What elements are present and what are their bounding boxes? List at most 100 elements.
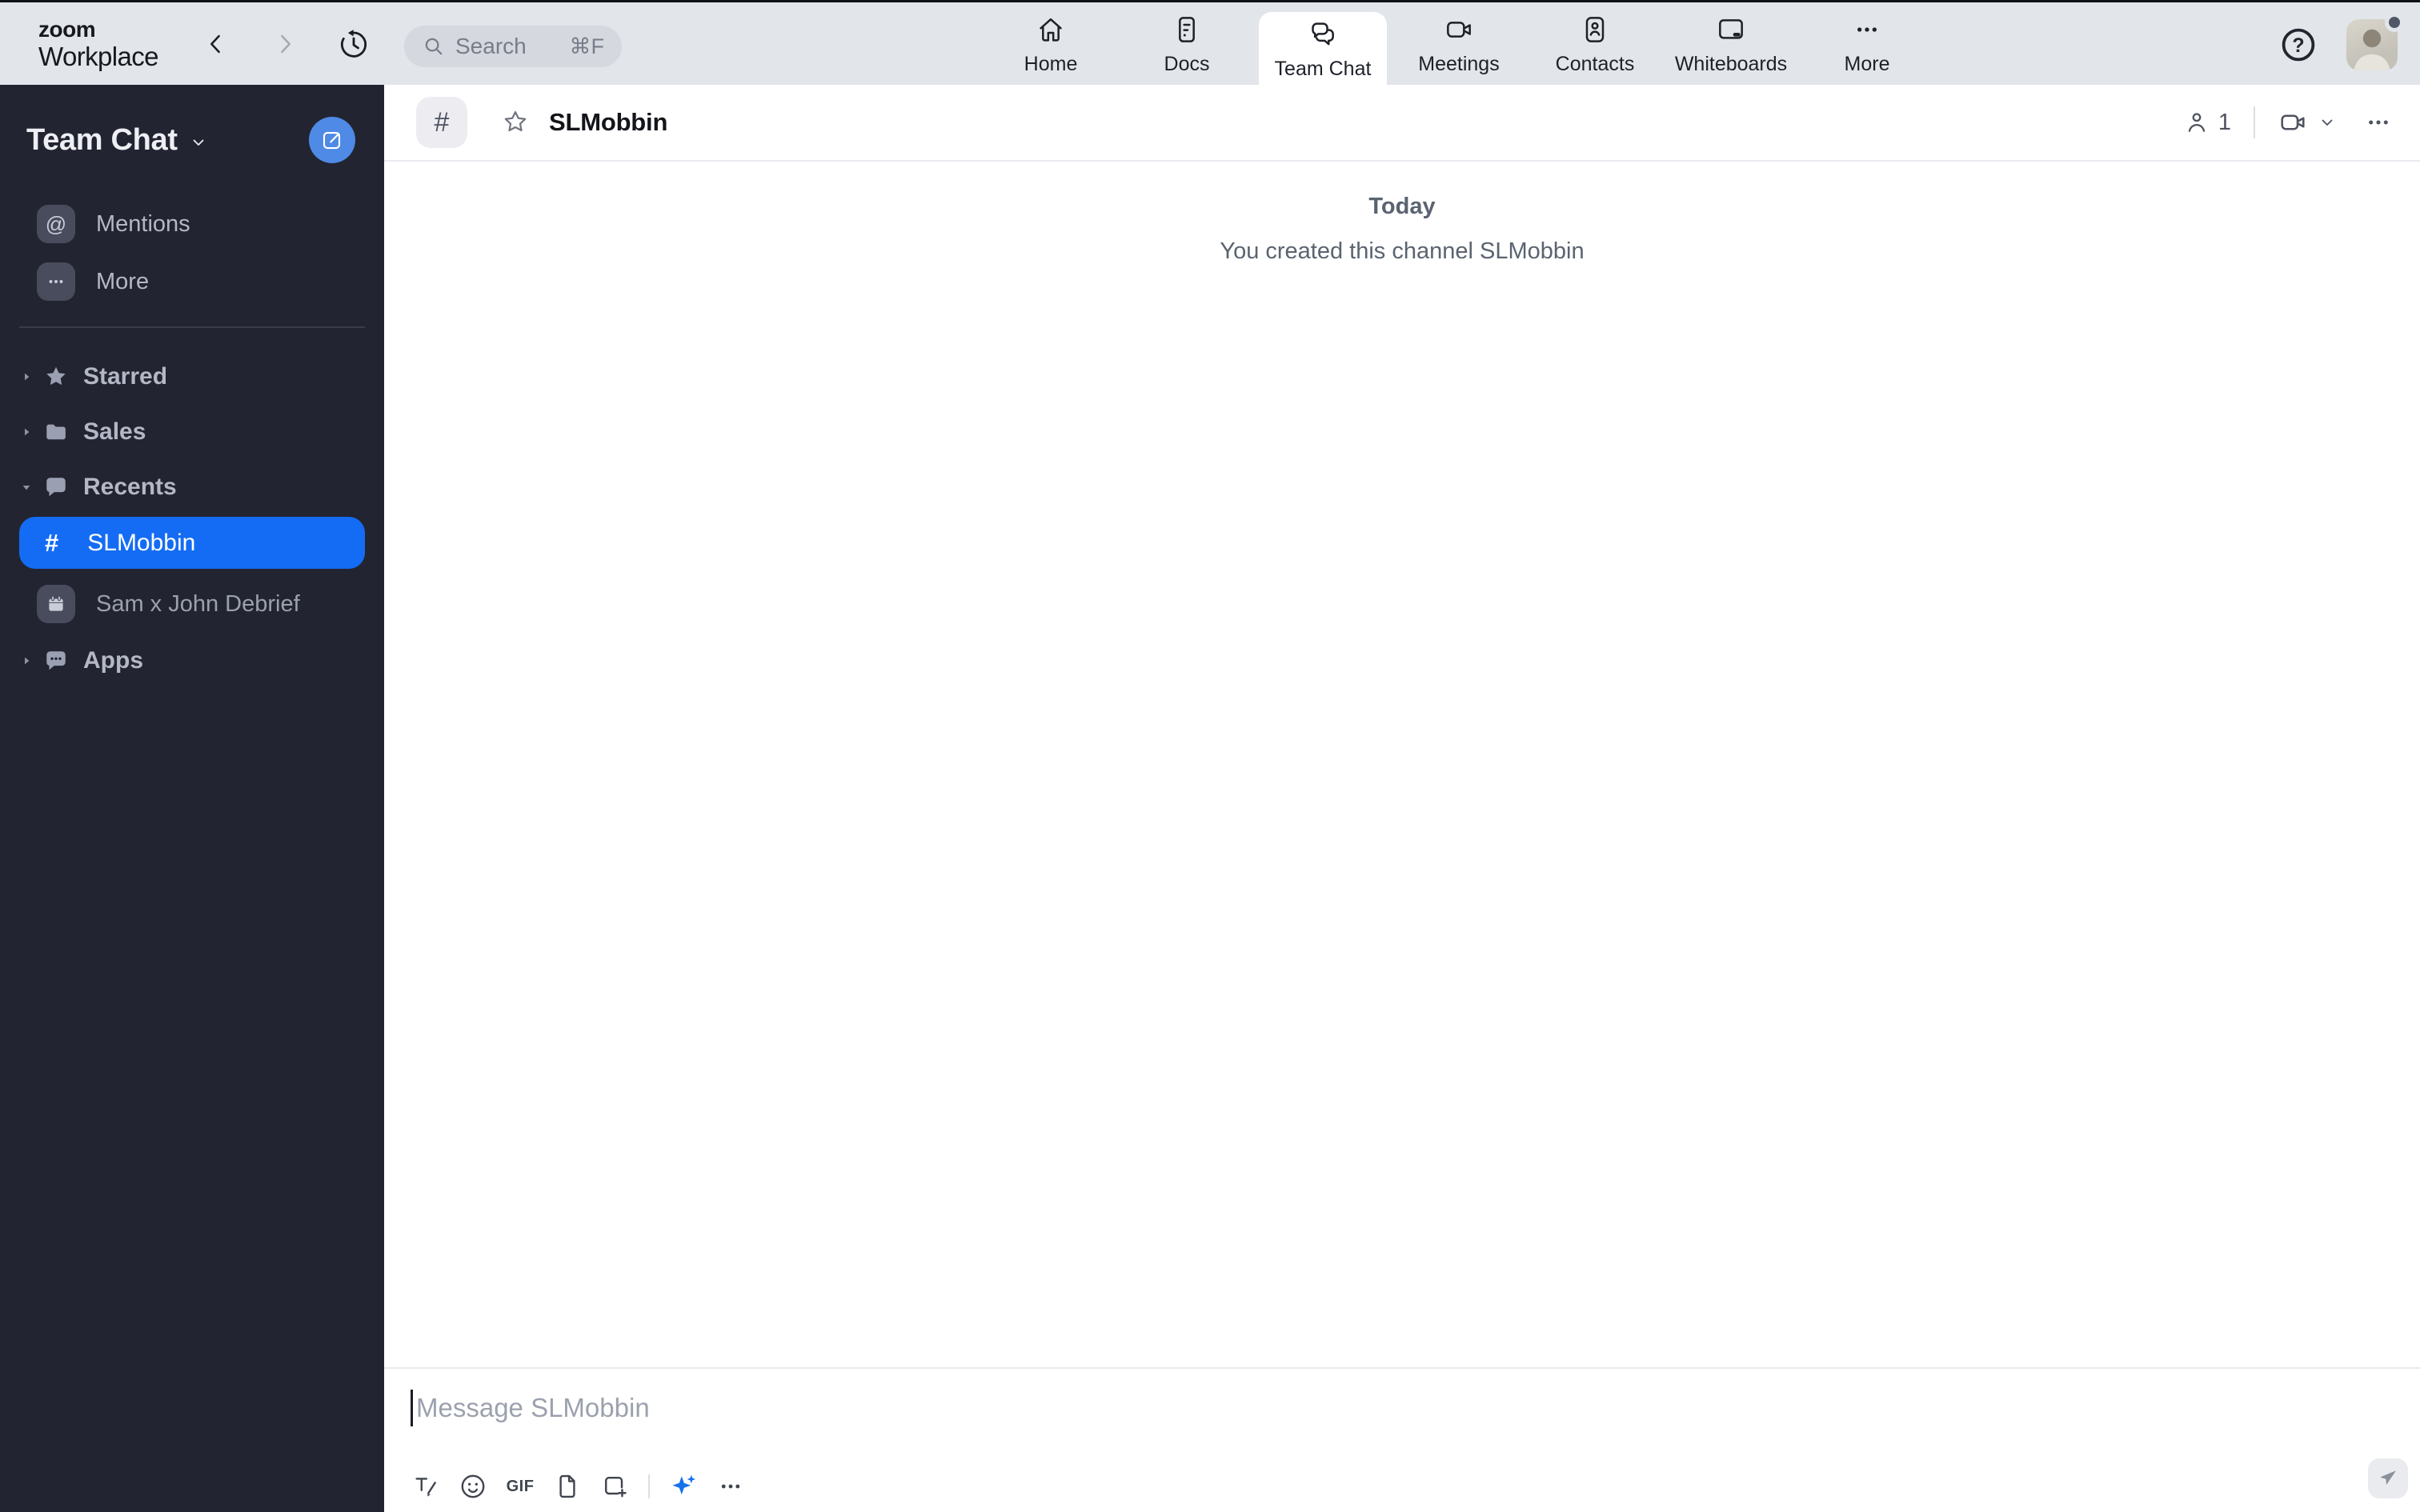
caret-right-icon — [25, 428, 30, 435]
history-button[interactable] — [338, 28, 370, 60]
tab-whiteboards[interactable]: Whiteboards — [1667, 2, 1795, 87]
emoji-button[interactable] — [458, 1471, 488, 1502]
toolbar-divider — [648, 1474, 650, 1498]
channel-more-button[interactable] — [2364, 108, 2393, 137]
ellipsis-icon — [721, 1484, 740, 1489]
chat-header: # SLMobbin 1 — [384, 85, 2420, 162]
user-avatar[interactable] — [2346, 13, 2404, 70]
topbar-right-group: ? — [2279, 2, 2404, 87]
tab-whiteboards-label: Whiteboards — [1674, 53, 1788, 75]
send-button[interactable] — [2368, 1458, 2408, 1498]
at-icon: @ — [45, 211, 67, 236]
topbar: zoom Workplace Search ⌘F Home Docs Team … — [0, 0, 2420, 87]
channel-item-slmobbin[interactable]: # SLMobbin — [19, 517, 365, 569]
sidebar-item-more[interactable]: More — [0, 253, 384, 310]
svg-text:?: ? — [2292, 34, 2304, 57]
sidebar-section-apps[interactable]: Apps — [0, 633, 384, 688]
text-caret — [411, 1390, 413, 1426]
channel-slmobbin-label: SLMobbin — [87, 529, 196, 556]
apps-label: Apps — [83, 646, 143, 674]
help-icon: ? — [2282, 28, 2315, 62]
star-outline-icon[interactable] — [501, 108, 530, 137]
logo-zoom-text: zoom — [38, 16, 96, 42]
sidebar: Team Chat @ Mentions More Starred Sales … — [0, 85, 384, 1512]
chevron-down-icon[interactable] — [189, 133, 208, 152]
message-input[interactable]: Message SLMobbin — [384, 1369, 2420, 1426]
message-timeline: Today You created this channel SLMobbin — [384, 162, 2420, 1367]
back-button[interactable] — [200, 28, 232, 60]
search-shortcut-hint: ⌘F — [569, 34, 605, 58]
content-area: Team Chat @ Mentions More Starred Sales … — [0, 85, 2420, 1512]
folder-icon — [46, 424, 66, 439]
team-chat-icon — [1312, 22, 1334, 46]
history-navigation — [200, 28, 370, 60]
tab-home-label: Home — [1024, 53, 1078, 75]
sidebar-section-recents[interactable]: Recents — [0, 459, 384, 514]
compose-icon — [323, 131, 341, 150]
composer-toolbar: GIF — [411, 1471, 746, 1502]
attach-file-button[interactable] — [552, 1471, 583, 1502]
tab-more-label: More — [1844, 53, 1890, 75]
file-icon — [559, 1474, 575, 1498]
sidebar-item-mentions[interactable]: @ Mentions — [0, 195, 384, 253]
sidebar-section-sales[interactable]: Sales — [0, 404, 384, 459]
zoom-workplace-app: zoom Workplace Search ⌘F Home Docs Team … — [0, 0, 2420, 1512]
search-input[interactable]: Search ⌘F — [404, 26, 622, 67]
compose-button[interactable] — [309, 117, 355, 163]
sidebar-header: Team Chat — [26, 112, 355, 168]
header-divider — [2254, 106, 2255, 138]
gif-button[interactable]: GIF — [505, 1471, 535, 1502]
mentions-chip: @ — [37, 205, 75, 243]
composer-more-button[interactable] — [715, 1471, 746, 1502]
history-icon — [340, 29, 367, 58]
channel-title: SLMobbin — [549, 108, 668, 136]
tab-more[interactable]: More — [1803, 2, 1931, 87]
main-nav-tabs: Home Docs Team Chat Meetings Contacts Wh… — [987, 2, 1931, 87]
send-icon — [2380, 1470, 2397, 1485]
member-count-value: 1 — [2218, 109, 2231, 135]
ai-companion-button[interactable] — [668, 1471, 699, 1502]
search-icon — [425, 38, 443, 55]
gif-icon: GIF — [506, 1477, 535, 1495]
sam-x-john-debrief-label: Sam x John Debrief — [96, 590, 300, 617]
tab-docs[interactable]: Docs — [1123, 2, 1251, 87]
tab-contacts[interactable]: Contacts — [1531, 2, 1659, 87]
system-message: You created this channel SLMobbin — [1220, 238, 1585, 264]
chevron-down-icon — [2322, 119, 2333, 126]
chat-item-sam-x-john-debrief[interactable]: Sam x John Debrief — [0, 575, 384, 633]
video-camera-icon — [2281, 114, 2305, 130]
screenshot-button[interactable] — [599, 1471, 630, 1502]
emoji-icon — [461, 1474, 485, 1498]
zoom-workplace-logo: zoom Workplace — [38, 18, 158, 70]
start-meeting-button[interactable] — [2278, 107, 2337, 138]
format-button[interactable] — [411, 1471, 441, 1502]
mentions-label: Mentions — [96, 210, 190, 237]
caret-right-icon — [25, 373, 30, 380]
sidebar-title[interactable]: Team Chat — [26, 123, 178, 158]
ellipsis-icon — [2369, 120, 2388, 125]
search-placeholder: Search — [455, 34, 527, 58]
help-button[interactable]: ? — [2279, 26, 2318, 64]
starred-label: Starred — [83, 362, 168, 390]
member-count-button[interactable]: 1 — [2183, 109, 2231, 136]
apps-bubble-icon — [46, 650, 66, 670]
text-format-icon — [415, 1478, 436, 1497]
whiteboards-icon — [1719, 19, 1743, 39]
sidebar-section-starred[interactable]: Starred — [0, 349, 384, 404]
caret-right-icon — [25, 657, 30, 664]
tab-contacts-label: Contacts — [1555, 53, 1635, 75]
screen-capture-icon — [605, 1477, 627, 1498]
recents-label: Recents — [83, 473, 177, 500]
caret-down-icon — [22, 485, 30, 490]
sidebar-divider — [19, 326, 365, 328]
tab-meetings[interactable]: Meetings — [1395, 2, 1523, 87]
meetings-icon — [1447, 22, 1471, 38]
tab-team-chat[interactable]: Team Chat — [1259, 12, 1387, 87]
sidebar-shortcuts: @ Mentions More — [0, 195, 384, 310]
tab-home[interactable]: Home — [987, 2, 1115, 87]
tab-team-chat-label: Team Chat — [1274, 58, 1372, 80]
more-label: More — [96, 268, 150, 294]
chat-bubble-icon — [46, 477, 66, 496]
hash-icon: # — [434, 106, 450, 138]
forward-button[interactable] — [269, 28, 301, 60]
